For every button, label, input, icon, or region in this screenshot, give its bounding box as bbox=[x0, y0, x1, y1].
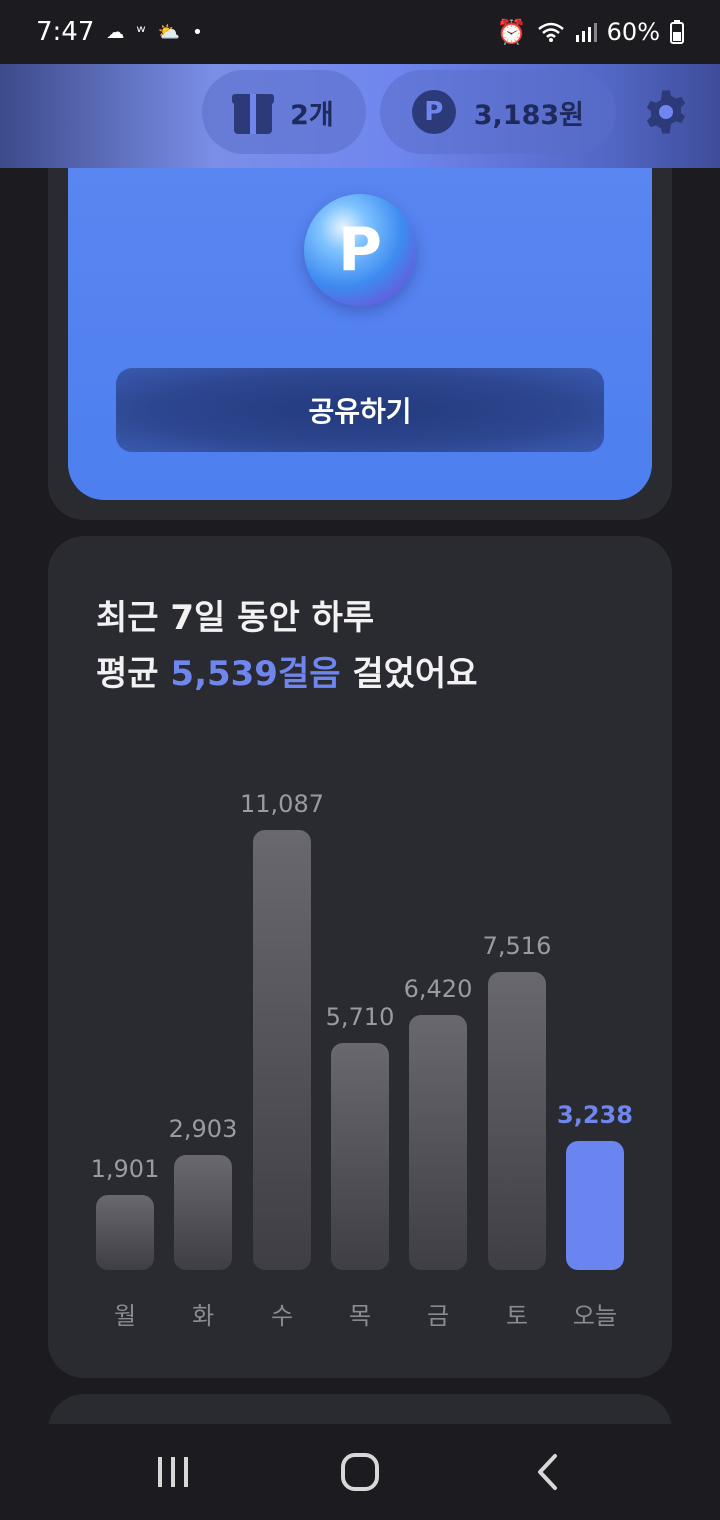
chart-bar bbox=[253, 830, 311, 1270]
wifi-icon bbox=[537, 22, 564, 42]
status-left: 7:47 ☁ ʷ ⛅ • bbox=[36, 17, 203, 47]
status-right: ⏰ 60% bbox=[497, 18, 684, 46]
mw-icon: ʷ bbox=[136, 21, 146, 43]
title-line-2: 평균 5,539걸음 걸었어요 bbox=[96, 646, 477, 702]
chart-bar-value: 3,238 bbox=[557, 1101, 633, 1129]
chart-bar-value: 6,420 bbox=[403, 975, 473, 1003]
status-time: 7:47 bbox=[36, 17, 95, 47]
weather-icon: ⛅ bbox=[157, 21, 181, 43]
chart-bar-value: 11,087 bbox=[240, 790, 324, 818]
chart-day-label: 수 bbox=[270, 1302, 294, 1330]
chart-bar-value: 5,710 bbox=[325, 1003, 395, 1031]
recent-apps-button[interactable] bbox=[143, 1442, 203, 1502]
recent-apps-icon bbox=[158, 1457, 189, 1487]
chart-day-label: 토 bbox=[505, 1302, 529, 1330]
back-button[interactable] bbox=[517, 1442, 577, 1502]
title-suffix: 걸었어요 bbox=[340, 654, 478, 694]
chart-bar-value: 7,516 bbox=[482, 932, 552, 960]
signal-icon bbox=[575, 23, 597, 42]
gift-count: 2개 bbox=[290, 99, 334, 131]
points-coin-icon: P bbox=[411, 90, 456, 134]
chart-day-label: 화 bbox=[191, 1302, 215, 1330]
chart-day-label: 금 bbox=[426, 1302, 450, 1330]
chart-day-label: 월 bbox=[113, 1302, 137, 1330]
alarm-icon: ⏰ bbox=[496, 18, 527, 46]
gift-pill[interactable]: 2개 bbox=[202, 70, 366, 154]
system-nav-bar bbox=[0, 1424, 720, 1520]
weekly-steps-title: 최근 7일 동안 하루 평균 5,539걸음 걸었어요 bbox=[96, 590, 477, 702]
points-balance: 3,183원 bbox=[473, 99, 584, 131]
chart-bar bbox=[566, 1141, 624, 1270]
point-ball-icon: P bbox=[304, 194, 416, 306]
chart-day-label: 목 bbox=[348, 1302, 372, 1330]
title-line-1: 최근 7일 동안 하루 bbox=[96, 598, 375, 638]
chart-bar bbox=[409, 1015, 467, 1270]
chart-bar bbox=[174, 1155, 232, 1270]
chart-bar bbox=[96, 1195, 154, 1270]
app-header: 2개 P 3,183원 bbox=[0, 56, 720, 168]
home-icon bbox=[340, 1453, 379, 1491]
chart-bar-value: 1,901 bbox=[90, 1155, 160, 1183]
chart-bar-value: 2,903 bbox=[168, 1115, 238, 1143]
back-icon bbox=[537, 1454, 557, 1490]
battery-percent: 60% bbox=[606, 18, 660, 46]
chart-day-label: 오늘 bbox=[572, 1302, 618, 1330]
notification-dot-icon: • bbox=[192, 21, 203, 43]
share-button[interactable]: 공유하기 bbox=[116, 368, 604, 452]
chart-bar bbox=[488, 972, 546, 1270]
points-pill[interactable]: P 3,183원 bbox=[379, 70, 616, 154]
home-button[interactable] bbox=[330, 1442, 390, 1502]
chart-bar bbox=[331, 1043, 389, 1270]
average-steps: 5,539걸음 bbox=[170, 654, 341, 694]
battery-icon bbox=[670, 20, 684, 44]
gear-icon[interactable] bbox=[640, 86, 692, 138]
title-prefix: 평균 bbox=[96, 654, 171, 694]
gift-icon bbox=[232, 90, 275, 134]
cloud-icon: ☁ bbox=[106, 21, 125, 43]
status-bar: 7:47 ☁ ʷ ⛅ • ⏰ 60% bbox=[0, 0, 720, 64]
